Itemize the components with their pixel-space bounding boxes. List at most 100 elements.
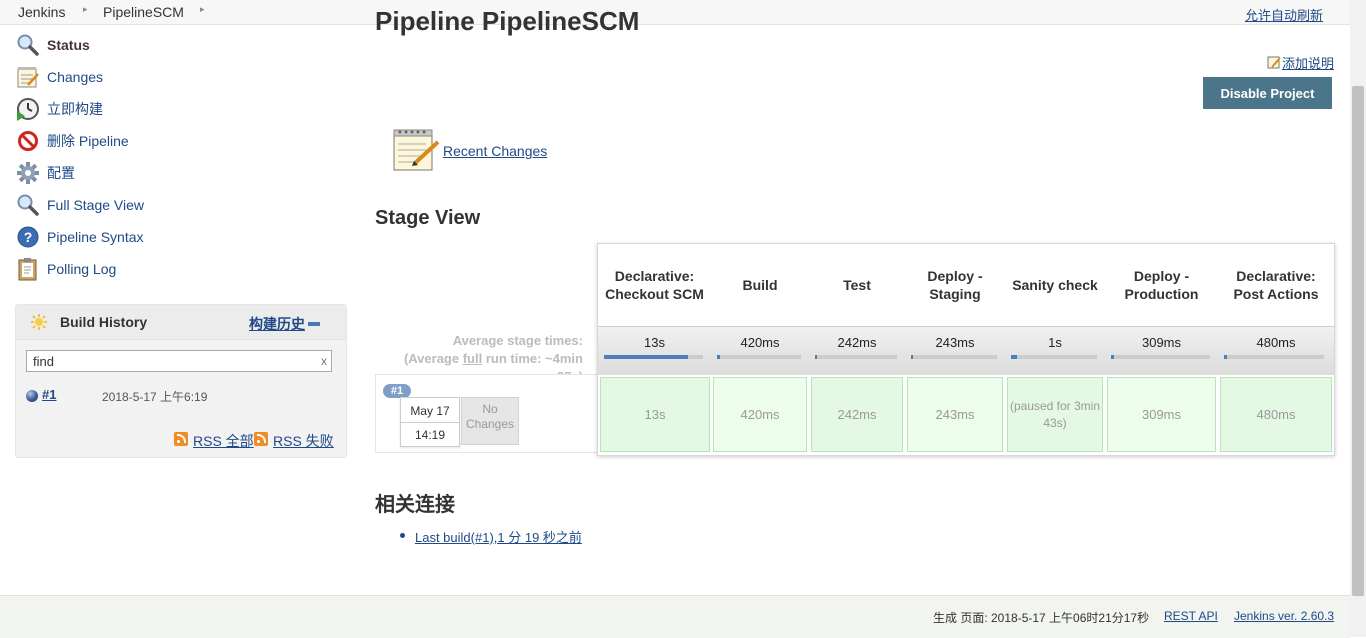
stage-average: 243ms <box>905 326 1005 375</box>
stage-average-value: 242ms <box>837 335 877 350</box>
stage-average: 242ms <box>809 326 905 375</box>
disable-project-button[interactable]: Disable Project <box>1203 77 1332 109</box>
stage-header: Test <box>843 277 871 293</box>
gear-icon <box>16 161 40 185</box>
stage-cell[interactable]: 309ms <box>1107 377 1216 452</box>
collapse-icon[interactable] <box>308 322 320 326</box>
build-date-box: May 17 14:19 <box>400 397 460 447</box>
task-label[interactable]: Full Stage View <box>47 197 144 213</box>
stage-average: 420ms <box>711 326 809 375</box>
recent-changes-link[interactable]: Recent Changes <box>443 143 547 159</box>
breadcrumb-jenkins[interactable]: Jenkins <box>18 4 65 20</box>
stage-average-bar <box>1011 355 1097 359</box>
stage-cell-paused[interactable]: (paused for 3min 43s) <box>1007 377 1103 452</box>
rss-icon[interactable] <box>254 432 268 446</box>
task-pipeline-syntax[interactable]: ? Pipeline Syntax <box>16 223 144 251</box>
help-icon: ? <box>16 225 40 249</box>
rss-icon[interactable] <box>174 432 188 446</box>
no-changes-box[interactable]: No Changes <box>461 397 519 445</box>
stage-average: 13s <box>598 326 711 375</box>
clear-search-icon[interactable]: x <box>321 354 327 368</box>
rss-all-link[interactable]: RSS 全部 <box>193 431 254 451</box>
task-label[interactable]: Pipeline Syntax <box>47 229 144 245</box>
build-number-badge[interactable]: #1 <box>383 384 411 398</box>
stage-cell[interactable]: 480ms <box>1220 377 1332 452</box>
task-label[interactable]: Changes <box>47 69 103 85</box>
task-label[interactable]: 配置 <box>47 163 75 183</box>
stage-view-title: Stage View <box>375 207 481 229</box>
bullet-icon <box>400 533 405 538</box>
stage-average-bar-fill <box>717 355 720 359</box>
build-link[interactable]: #1 <box>42 387 56 402</box>
stage-cell[interactable]: 420ms <box>713 377 807 452</box>
stage-column: Declarative: Checkout SCM 13s 13s <box>598 244 711 455</box>
avg-stage-times-text: Average stage times: <box>452 333 583 348</box>
stage-average-bar <box>815 355 897 359</box>
build-clock-time: 14:19 <box>414 428 446 442</box>
stage-average-value: 243ms <box>935 335 975 350</box>
stage-header: Deploy - Staging <box>927 268 983 302</box>
build-history-title: Build History <box>60 314 148 330</box>
task-delete-pipeline[interactable]: 删除 Pipeline <box>16 127 129 155</box>
stage-average-bar <box>1224 355 1324 359</box>
stage-average-value: 309ms <box>1141 335 1182 350</box>
rss-failures-link[interactable]: RSS 失败 <box>273 431 334 451</box>
stage-cell[interactable]: 243ms <box>907 377 1003 452</box>
related-links-title: 相关连接 <box>375 494 455 516</box>
task-label[interactable]: 立即构建 <box>47 99 103 119</box>
task-label[interactable]: Status <box>47 37 90 53</box>
build-trend-link[interactable]: 构建历史 <box>249 314 305 334</box>
rest-api-link[interactable]: REST API <box>1164 609 1218 623</box>
task-status[interactable]: Status <box>16 31 90 59</box>
stage-average-value: 1s <box>1048 335 1062 350</box>
build-search-input[interactable] <box>26 350 332 372</box>
scrollbar-thumb[interactable] <box>1352 86 1364 596</box>
task-label[interactable]: Polling Log <box>47 261 116 277</box>
jenkins-version-link[interactable]: Jenkins ver. 2.60.3 <box>1234 609 1334 623</box>
stage-column: Test 242ms 242ms <box>809 244 905 455</box>
avg-full-prefix: (Average <box>403 351 463 366</box>
clipboard-icon <box>16 257 40 281</box>
stage-average-bar-fill <box>1111 355 1114 359</box>
stage-average: 480ms <box>1218 326 1334 375</box>
stage-header: Sanity check <box>1012 277 1098 293</box>
build-history-header: Build History 构建历史 <box>16 305 346 340</box>
stage-header: Deploy - Production <box>1124 268 1199 302</box>
stage-average-bar-fill <box>1011 355 1018 359</box>
build-history-panel: Build History 构建历史 x #1 2018-5-17 上午6:19… <box>15 304 347 458</box>
page-scrollbar[interactable] <box>1350 0 1366 637</box>
weather-sun-icon <box>31 314 47 330</box>
task-configure[interactable]: 配置 <box>16 159 75 187</box>
stage-header: Declarative: Checkout SCM <box>605 268 704 302</box>
stage-average: 309ms <box>1105 326 1218 375</box>
notepad-icon <box>16 65 40 89</box>
stage-cell[interactable]: 242ms <box>811 377 903 452</box>
build-date: May 17 <box>410 404 450 418</box>
last-build-link[interactable]: Last build(#1),1 分 19 秒之前 <box>415 527 582 546</box>
stage-average-bar <box>604 355 703 359</box>
breadcrumb-arrow-icon[interactable]: ▸ <box>200 4 205 15</box>
task-label[interactable]: 删除 Pipeline <box>47 131 129 151</box>
breadcrumb-arrow-icon[interactable]: ▸ <box>83 4 88 15</box>
stage-header: Build <box>742 277 778 293</box>
task-full-stage-view[interactable]: Full Stage View <box>16 191 144 219</box>
edit-description-icon[interactable] <box>1267 55 1281 69</box>
stage-column: Declarative: Post Actions 480ms 480ms <box>1218 244 1334 455</box>
auto-refresh-link[interactable]: 允许自动刷新 <box>1245 5 1323 24</box>
add-description-link[interactable]: 添加说明 <box>1282 53 1334 72</box>
task-build-now[interactable]: 立即构建 <box>16 95 103 123</box>
breadcrumb: Jenkins ▸ PipelineSCM ▸ 允许自动刷新 <box>0 0 1350 25</box>
build-clock-icon <box>16 97 40 121</box>
stage-average-bar <box>1111 355 1210 359</box>
stage-cell[interactable]: 13s <box>600 377 710 452</box>
avg-full-word: full <box>462 351 483 366</box>
stage-average-bar-fill <box>911 355 913 359</box>
notepad-icon <box>392 128 440 172</box>
page-footer: 生成 页面: 2018-5-17 上午06时21分17秒 REST API Je… <box>0 595 1350 638</box>
stage-average-bar-fill <box>815 355 817 359</box>
magnifier-icon <box>16 193 40 217</box>
task-changes[interactable]: Changes <box>16 63 103 91</box>
task-polling-log[interactable]: Polling Log <box>16 255 116 283</box>
breadcrumb-pipelinescm[interactable]: PipelineSCM <box>103 4 184 20</box>
stage-average-bar <box>717 355 801 359</box>
